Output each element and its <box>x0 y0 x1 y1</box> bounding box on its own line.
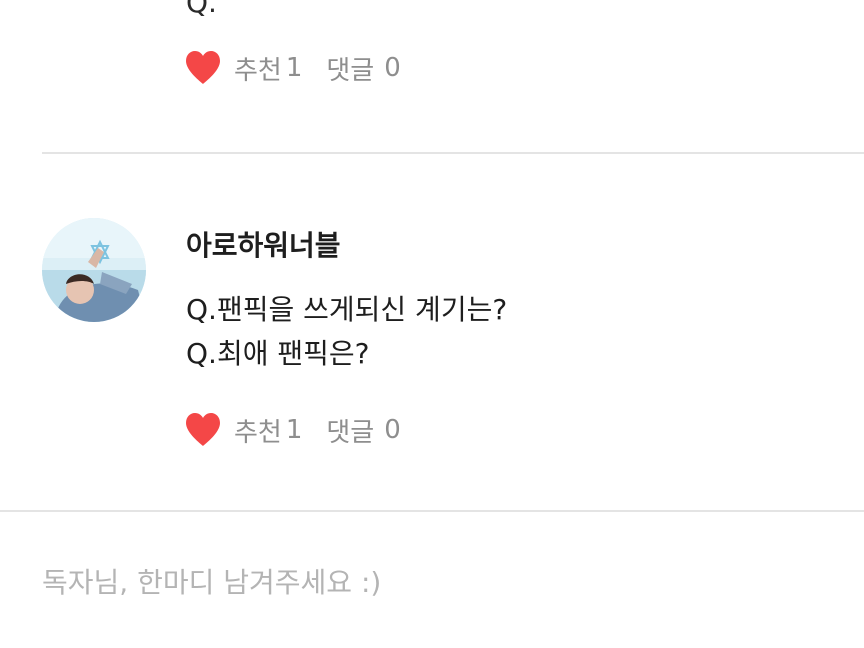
comment-body: Q.팬픽을 쓰게되신 계기는? Q.최애 팬픽은? <box>186 288 507 376</box>
like-label: 추천 <box>234 55 282 86</box>
heart-icon[interactable] <box>184 412 222 448</box>
reply-count-label[interactable]: 댓글 <box>326 50 374 87</box>
previous-comment-actions: 추천 1 댓글 0 <box>184 48 401 88</box>
reply-count: 0 <box>384 53 401 83</box>
comment-actions: 추천 1 댓글 0 <box>184 410 401 450</box>
comment-divider <box>42 152 864 154</box>
comment-author-name[interactable]: 아로하워너블 <box>186 224 341 264</box>
profile-avatar[interactable] <box>42 218 146 322</box>
comment-line: Q.팬픽을 쓰게되신 계기는? <box>186 293 508 326</box>
previous-comment-cutoff-text: Q. <box>186 0 217 19</box>
reply-count-label[interactable]: 댓글 <box>326 412 374 449</box>
like-label: 추천 <box>234 417 282 448</box>
like-count: 1 <box>285 53 303 83</box>
heart-icon[interactable] <box>184 50 222 86</box>
comment-line: Q.최애 팬픽은? <box>186 337 370 370</box>
like-count: 1 <box>285 415 303 445</box>
section-divider <box>0 510 864 512</box>
reply-input[interactable] <box>42 556 842 608</box>
reply-count: 0 <box>384 415 401 445</box>
